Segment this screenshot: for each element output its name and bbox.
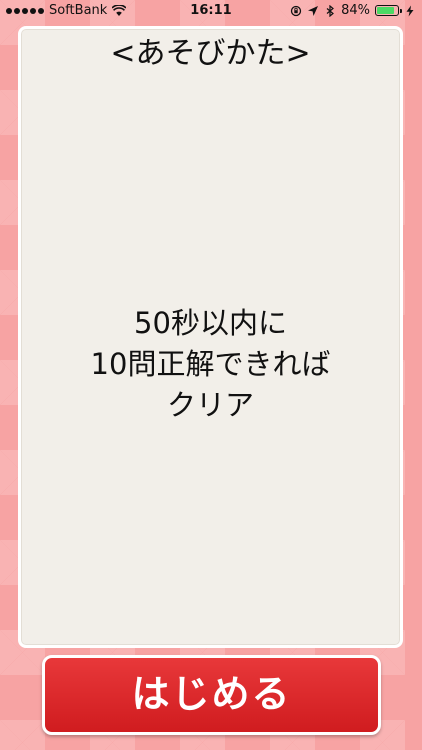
instruction-line: 50秒以内に xyxy=(134,306,287,340)
charging-icon xyxy=(406,5,414,16)
card-title: <あそびかた> xyxy=(110,36,311,71)
status-bar: SoftBank 16:11 84% xyxy=(0,0,422,22)
start-button[interactable]: はじめる xyxy=(42,655,381,735)
bluetooth-icon xyxy=(326,4,335,17)
location-icon xyxy=(308,5,319,16)
battery-percent: 84% xyxy=(341,3,370,18)
start-button-label: はじめる xyxy=(131,672,292,716)
instruction-line: 10問正解できれば xyxy=(90,347,331,381)
instructions-card: <あそびかた> 50秒以内に 10問正解できれば クリア xyxy=(18,26,403,648)
battery-level xyxy=(377,7,394,14)
rotation-lock-icon xyxy=(290,5,302,16)
battery-icon xyxy=(375,5,402,16)
instructions-text: 50秒以内に 10問正解できれば クリア xyxy=(21,303,400,426)
instruction-line: クリア xyxy=(166,388,254,422)
status-right: 84% xyxy=(290,3,416,18)
